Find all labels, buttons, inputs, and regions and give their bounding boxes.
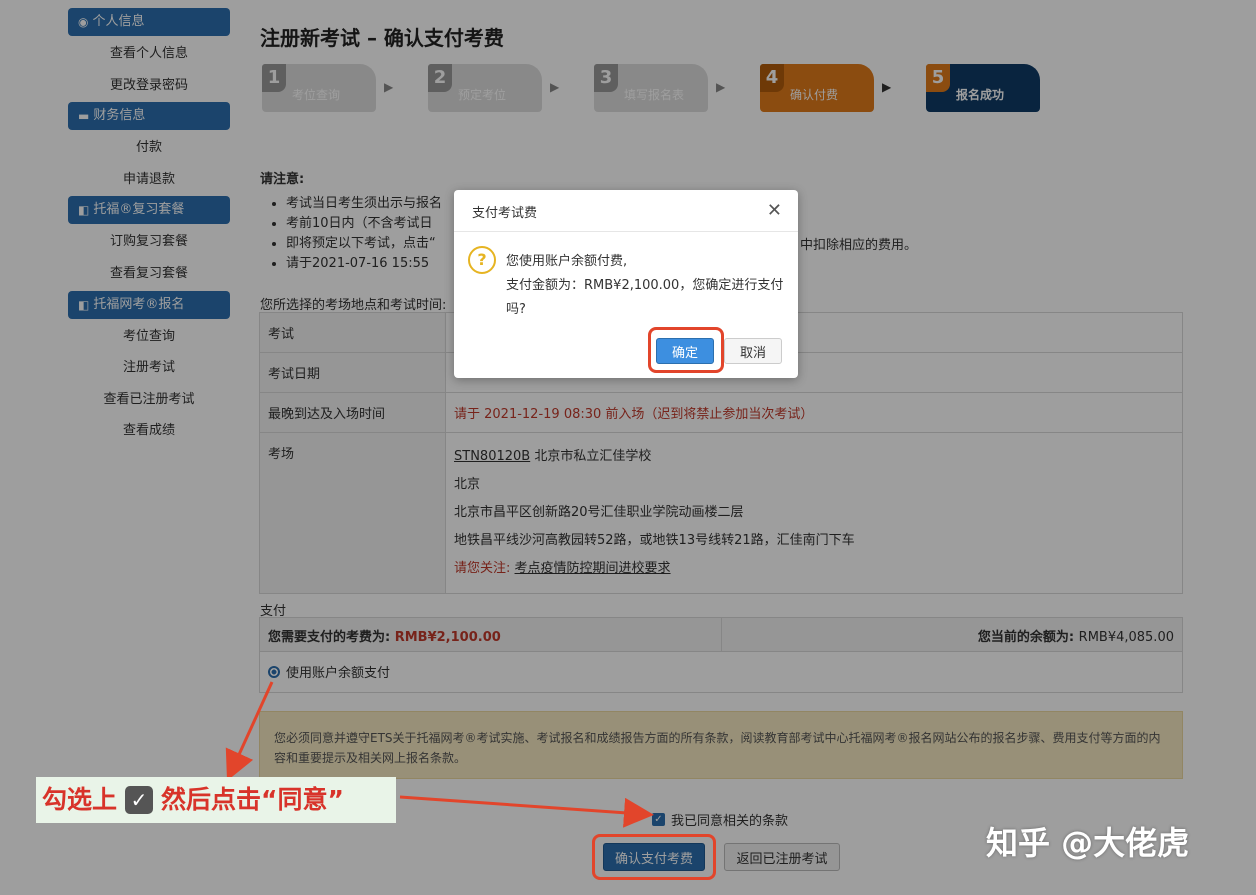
sidebar: ◉ 个人信息 查看个人信息 更改登录密码 ▬ 财务信息 付款 申请退款 ◧ 托福®复习… (0, 0, 300, 895)
sidebar-link-registered[interactable]: 查看已注册考试 (68, 390, 230, 410)
step-2: 2 预定考位 (428, 64, 542, 112)
watermark: 知乎 @大佬虎 (986, 824, 1190, 862)
sidebar-link-refund[interactable]: 申请退款 (68, 170, 230, 190)
back-to-registered-button[interactable]: 返回已注册考试 (724, 843, 840, 871)
dialog-title: 支付考试费 (472, 206, 538, 221)
sidebar-link-register[interactable]: 注册考试 (68, 358, 230, 378)
close-icon[interactable]: ✕ (767, 200, 782, 221)
book-icon: ◧ (78, 203, 90, 217)
dialog-cancel-button[interactable]: 取消 (724, 338, 782, 364)
step-3: 3 填写报名表 (594, 64, 708, 112)
payment-box: 您需要支付的考费为: RMB¥2,100.00 您当前的余额为: RMB¥4,0… (259, 617, 1183, 693)
sidebar-section-personal[interactable]: ◉ 个人信息 (68, 8, 230, 36)
epidemic-requirement-link[interactable]: 考点疫情防控期间进校要求 (515, 561, 671, 576)
highlight-confirm-pay (592, 834, 716, 880)
step-arrow-icon: ▶ (882, 80, 892, 94)
arrow-to-checkbox (399, 795, 654, 828)
venue-city: 北京 (454, 477, 481, 492)
table-row: 最晚到达及入场时间 请于 2021-12-19 08:30 前入场（迟到将禁止参加… (260, 393, 1182, 433)
step-arrow-icon: ▶ (716, 80, 726, 94)
attention-label: 请您关注: (454, 561, 511, 576)
sidebar-section-registration[interactable]: ◧ 托福网考®报名 (68, 291, 230, 319)
fee-amount: RMB¥2,100.00 (394, 630, 501, 645)
book-icon: ◧ (78, 298, 90, 312)
sidebar-link-seat-search[interactable]: 考位查询 (68, 327, 230, 347)
step-5: 5 报名成功 (926, 64, 1040, 112)
checkbox-checked-icon[interactable]: ✓ (652, 813, 665, 826)
exam-section-label: 您所选择的考场地点和考试时间: (260, 298, 447, 313)
step-arrow-icon: ▶ (550, 80, 560, 94)
card-icon: ▬ (78, 109, 90, 123)
sidebar-section-review[interactable]: ◧ 托福®复习套餐 (68, 196, 230, 224)
venue-address: 北京市昌平区创新路20号汇佳职业学院动画楼二层 (454, 505, 744, 520)
payment-dialog: 支付考试费 ✕ ? 您使用账户余额付费, 支付金额为：RMB¥2,100.00，… (454, 190, 798, 378)
arrival-time: 请于 2021-12-19 08:30 前入场（迟到将禁止参加当次考试） (454, 407, 814, 422)
terms-notice: 您必须同意并遵守ETS关于托福网考®考试实施、考试报名和成绩报告方面的所有条款，… (259, 711, 1183, 779)
sidebar-link-order-review[interactable]: 订购复习套餐 (68, 232, 230, 252)
notice-list: 考试当日考生须出示与报名 考前10日内（不含考试日 即将预定以下考试，点击“ 请… (286, 194, 442, 274)
step-4: 4 确认付费 (760, 64, 874, 112)
checkbox-checked-icon: ✓ (125, 786, 154, 814)
step-arrow-icon: ▶ (384, 80, 394, 94)
notice-item: 考前10日内（不含考试日 (286, 214, 442, 234)
notice-item: 考试当日考生须出示与报名 (286, 194, 442, 214)
highlight-ok-button (648, 327, 724, 373)
venue-transport: 地铁昌平线沙河高教园转52路，或地铁13号线转21路，汇佳南门下车 (454, 533, 855, 548)
pay-with-balance-option[interactable]: 使用账户余额支付 (268, 662, 390, 681)
progress-steps: 1 考位查询 ▶ 2 预定考位 ▶ 3 填写报名表 ▶ 4 确认付费 ▶ 5 报名成功 (262, 64, 1062, 114)
step-1: 1 考位查询 (262, 64, 376, 112)
notice-item: 即将预定以下考试，点击“ (286, 234, 442, 254)
notice-item-tail: 中扣除相应的费用。 (800, 238, 918, 253)
notice-title: 请注意: (260, 172, 305, 187)
page-title: 注册新考试 – 确认支付考费 (260, 26, 504, 50)
venue-details: STN80120B 北京市私立汇佳学校 北京 北京市昌平区创新路20号汇佳职业学… (446, 433, 1182, 593)
sidebar-link-payment[interactable]: 付款 (68, 138, 230, 158)
notice-item: 请于2021-07-16 15:55 (286, 254, 442, 274)
table-row: 考场 STN80120B 北京市私立汇佳学校 北京 北京市昌平区创新路20号汇佳… (260, 433, 1182, 593)
venue-name: 北京市私立汇佳学校 (534, 449, 652, 464)
agree-terms-checkbox[interactable]: ✓ 我已同意相关的条款 (652, 810, 788, 829)
radio-selected-icon[interactable] (268, 665, 280, 678)
sidebar-link-view-profile[interactable]: 查看个人信息 (68, 44, 230, 64)
sidebar-link-scores[interactable]: 查看成绩 (68, 421, 230, 441)
sidebar-link-view-review[interactable]: 查看复习套餐 (68, 264, 230, 284)
question-icon: ? (468, 246, 496, 274)
user-circle-icon: ◉ (78, 15, 89, 29)
annotation-callout: 勾选上 ✓ 然后点击“同意” (36, 777, 396, 823)
venue-code-link[interactable]: STN80120B (454, 449, 530, 464)
dialog-message: 您使用账户余额付费, 支付金额为：RMB¥2,100.00，您确定进行支付吗? (506, 254, 784, 317)
sidebar-link-change-password[interactable]: 更改登录密码 (68, 76, 230, 96)
balance-amount: RMB¥4,085.00 (1078, 630, 1174, 645)
sidebar-section-finance[interactable]: ▬ 财务信息 (68, 102, 230, 130)
